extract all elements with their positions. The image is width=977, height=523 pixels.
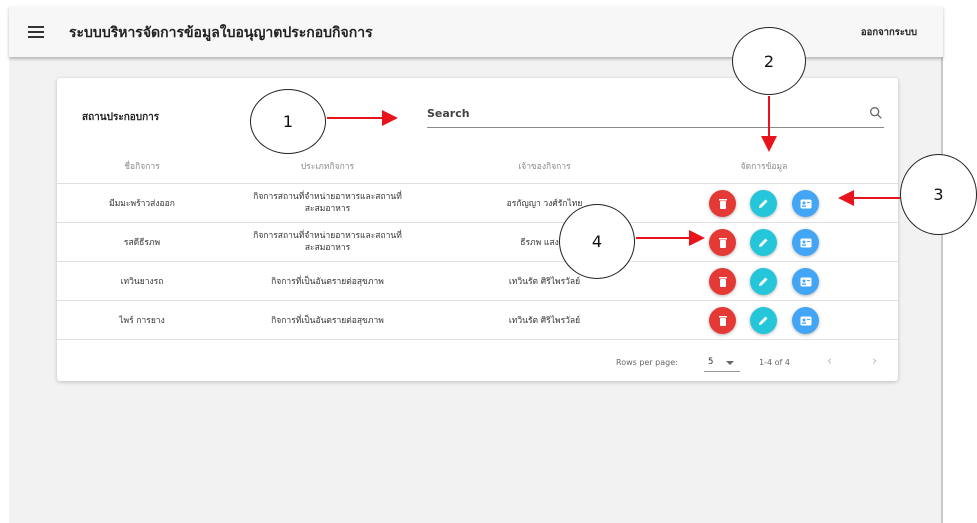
logout-button[interactable]: ออกจากระบบ [861,25,917,40]
row-business-name: ไพร์ การยาง [119,316,165,326]
edit-button[interactable] [750,190,777,217]
info-button[interactable] [792,229,819,256]
search-icon[interactable] [868,105,884,121]
rows-per-page-select[interactable]: 5 [704,352,740,372]
chevron-left-icon[interactable]: ‹ [827,354,832,369]
trash-icon [718,199,727,209]
search-input[interactable] [427,107,847,120]
id-card-icon [800,277,811,286]
table-pagination: Rows per page: 5 1-4 of 4 ‹ › [57,344,898,381]
delete-button[interactable] [709,307,736,334]
pagination-range: 1-4 of 4 [759,358,790,367]
trash-icon [718,316,727,326]
info-button[interactable] [792,268,819,295]
search-field [427,102,884,128]
rows-per-page-value: 5 [708,357,714,367]
pencil-icon [759,277,768,286]
delete-button[interactable] [709,229,736,256]
annotation-callout: 1 [250,89,326,154]
row-business-name: รสดีธีรภพ [123,238,161,248]
rows-per-page-label: Rows per page: [616,358,678,367]
table-row: ไพร์ การยาง กิจการที่เป็นอันตรายต่อสุขภา… [57,301,898,340]
id-card-icon [800,316,811,325]
info-button[interactable] [792,307,819,334]
row-business-type: กิจการที่เป็นอันตรายต่อสุขภาพ [271,316,384,326]
pencil-icon [759,316,768,325]
annotation-callout: 3 [900,154,977,235]
row-business-type: กิจการที่เป็นอันตรายต่อสุขภาพ [271,277,384,287]
delete-button[interactable] [709,268,736,295]
row-business-type: กิจการสถานที่จำหน่ายอาหารและสถานที่ สะสม… [253,192,402,214]
table-row: รสดีธีรภพ กิจการสถานที่จำหน่ายอาหารและสถ… [57,223,898,262]
id-card-icon [800,238,811,247]
row-business-name: เทวินยางรถ [120,277,164,287]
app-title: ระบบบริหารจัดการข้อมูลใบอนุญาตประกอบกิจก… [69,25,373,41]
caret-down-icon [726,361,734,365]
row-owner: เทวินรัต ศิริไพรวัลย์ [508,316,581,326]
info-button[interactable] [792,190,819,217]
row-business-name: มีมมะพร้าวส่งออก [109,199,175,209]
id-card-icon [800,199,811,208]
card-title: สถานประกอบการ [82,112,160,123]
header-manage: จัดการข้อมูล [740,162,788,172]
header-business-name: ชื่อกิจการ [124,162,160,172]
delete-button[interactable] [709,190,736,217]
annotation-callout: 2 [732,27,806,95]
table-row: เทวินยางรถ กิจการที่เป็นอันตรายต่อสุขภาพ… [57,262,898,301]
table-header: ชื่อกิจการ ประเภทกิจการ เจ้าของกิจการ จั… [57,148,898,184]
row-business-type: กิจการสถานที่จำหน่ายอาหารและสถานที่ สะสม… [253,231,402,253]
trash-icon [718,238,727,248]
chevron-right-icon[interactable]: › [872,354,877,369]
pencil-icon [759,199,768,208]
app-window: ระบบบริหารจัดการข้อมูลใบอนุญาตประกอบกิจก… [9,6,943,523]
menu-icon[interactable] [28,26,44,38]
header-business-type: ประเภทกิจการ [300,162,355,172]
edit-button[interactable] [750,268,777,295]
table-row: มีมมะพร้าวส่งออก กิจการสถานที่จำหน่ายอาห… [57,184,898,223]
business-card: สถานประกอบการ ชื่อกิจการ ประเภทกิจการ เจ… [57,78,898,381]
annotation-callout: 4 [559,204,635,279]
trash-icon [718,277,727,287]
pencil-icon [759,238,768,247]
header-owner: เจ้าของกิจการ [518,162,571,172]
edit-button[interactable] [750,229,777,256]
edit-button[interactable] [750,307,777,334]
